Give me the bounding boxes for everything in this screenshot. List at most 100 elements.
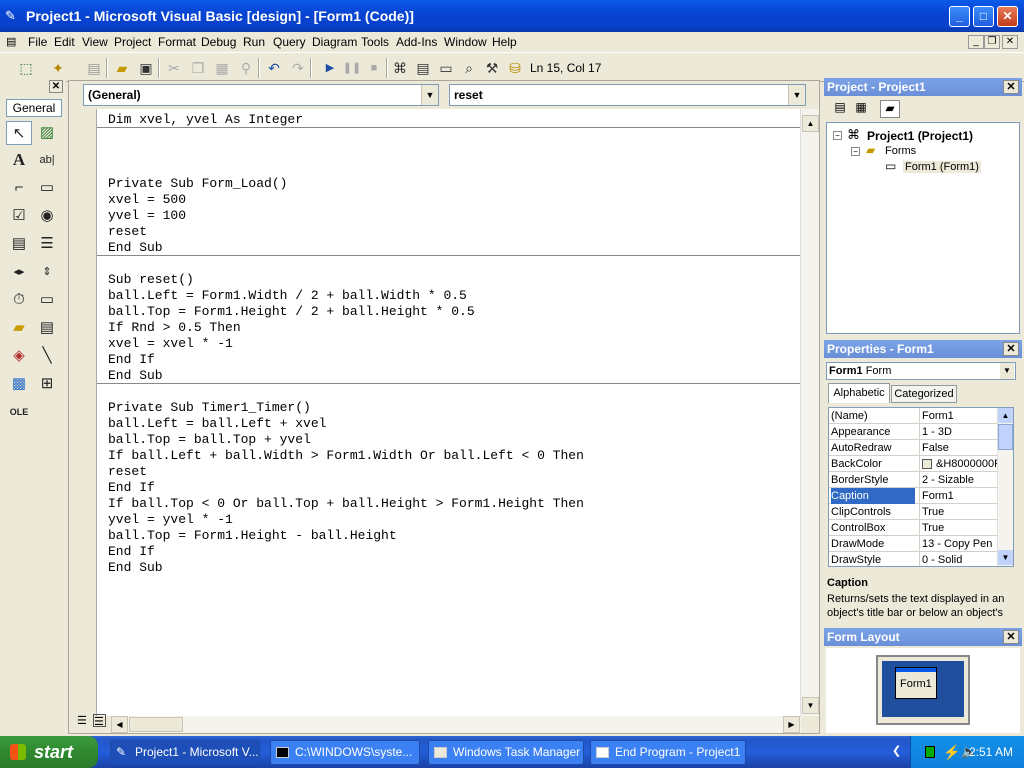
view-code-icon[interactable]: ▤ [830, 100, 850, 118]
menu-window[interactable]: Window [444, 35, 487, 49]
tree-item-forms[interactable]: Forms [885, 145, 916, 157]
menu-project[interactable]: Project [114, 35, 151, 49]
add-project-icon[interactable]: ⬚ [16, 58, 36, 78]
commandbutton-tool-icon[interactable]: ▭ [34, 176, 60, 200]
menu-view[interactable]: View [82, 35, 108, 49]
mdi-restore-button[interactable]: ❐ [984, 35, 1000, 49]
menu-file[interactable]: File [28, 35, 47, 49]
vertical-scrollbar[interactable]: ▲ ▼ [800, 109, 819, 716]
ole-tool-icon[interactable]: OLE [6, 400, 32, 424]
tray-expand-icon[interactable]: ❮ [892, 744, 901, 757]
picturebox-tool-icon[interactable]: ▨ [34, 121, 60, 145]
object-selector-dropdown[interactable]: Form1 Form ▼ [826, 362, 1016, 380]
tree-item-form1[interactable]: Form1 (Form1) [903, 161, 981, 173]
property-row[interactable]: DrawStyle 0 - Solid [829, 552, 997, 566]
taskbar-item-end-program[interactable]: End Program - Project1 [590, 740, 746, 765]
property-row[interactable]: BackColor &H8000000F [829, 456, 997, 472]
mdi-close-button[interactable]: ✕ [1002, 35, 1018, 49]
textbox-tool-icon[interactable]: ab| [34, 148, 60, 172]
find-icon[interactable]: ⚲ [236, 58, 256, 78]
project-panel-close-button[interactable]: ✕ [1003, 80, 1019, 94]
scroll-up-icon[interactable]: ▲ [802, 115, 819, 132]
menu-run[interactable]: Run [243, 35, 265, 49]
label-tool-icon[interactable]: A [6, 148, 32, 172]
procedure-view-icon[interactable]: ☰ [77, 714, 90, 727]
menu-query[interactable]: Query [273, 35, 306, 49]
image-tool-icon[interactable]: ▩ [6, 372, 32, 396]
taskbar-item-vb[interactable]: ✎ Project1 - Microsoft V... [110, 740, 260, 765]
object-browser-icon[interactable]: ⌕ [459, 58, 479, 78]
vscrollbar-tool-icon[interactable]: ⇕ [34, 260, 60, 284]
save-project-icon[interactable]: ▣ [136, 58, 156, 78]
frame-tool-icon[interactable]: ⌐ [6, 176, 32, 200]
filelistbox-tool-icon[interactable]: ▤ [34, 316, 60, 340]
dirlistbox-tool-icon[interactable]: ▰ [6, 316, 32, 340]
full-module-view-icon[interactable]: ☰ [93, 714, 106, 728]
paste-icon[interactable]: ▦ [212, 58, 232, 78]
tree-item-project[interactable]: Project1 (Project1) [867, 129, 973, 143]
scroll-left-icon[interactable]: ◀ [111, 716, 128, 733]
checkbox-tool-icon[interactable]: ☑ [6, 204, 32, 228]
vb-app-icon[interactable]: ✎ [5, 8, 21, 24]
menu-help[interactable]: Help [492, 35, 517, 49]
taskbar-item-task-manager[interactable]: Windows Task Manager [428, 740, 584, 765]
form-layout-icon[interactable]: ▭ [436, 58, 456, 78]
toolbox-close-button[interactable]: ✕ [49, 80, 63, 93]
property-row[interactable]: AutoRedraw False [829, 440, 997, 456]
start-icon[interactable]: ▶ [320, 58, 340, 78]
property-row-selected[interactable]: Caption Form1 [829, 488, 997, 504]
open-project-icon[interactable]: ▰ [112, 58, 132, 78]
data-view-icon[interactable]: ⛁ [505, 58, 525, 78]
code-window-icon[interactable]: ▤ [6, 35, 16, 48]
properties-panel-close-button[interactable]: ✕ [1003, 342, 1019, 356]
start-button[interactable]: start [0, 736, 98, 768]
pointer-tool-icon[interactable]: ↖ [6, 121, 32, 145]
cpu-meter-icon[interactable] [925, 746, 935, 758]
procedure-dropdown[interactable]: reset ▼ [449, 84, 806, 106]
toolbox-tab-general[interactable]: General [6, 99, 62, 117]
break-icon[interactable]: ❚❚ [342, 58, 362, 78]
redo-icon[interactable]: ↷ [288, 58, 308, 78]
scroll-right-icon[interactable]: ▶ [783, 716, 800, 733]
tab-alphabetic[interactable]: Alphabetic [828, 383, 890, 403]
menu-format[interactable]: Format [158, 35, 196, 49]
property-grid-scrollbar[interactable]: ▲ ▼ [997, 408, 1013, 566]
scroll-down-icon[interactable]: ▼ [802, 697, 819, 714]
hscrollbar-tool-icon[interactable]: ◂▸ [6, 260, 32, 284]
undo-icon[interactable]: ↶ [264, 58, 284, 78]
horizontal-scrollbar[interactable]: ◀ ▶ [111, 716, 801, 733]
property-row[interactable]: ControlBox True [829, 520, 997, 536]
minimize-button[interactable]: _ [949, 6, 970, 27]
menu-editor-icon[interactable]: ▤ [84, 58, 104, 78]
copy-icon[interactable]: ❐ [188, 58, 208, 78]
scroll-down-icon[interactable]: ▼ [998, 550, 1013, 565]
chevron-down-icon[interactable]: ▼ [421, 85, 438, 105]
mdi-minimize-button[interactable]: _ [968, 35, 984, 49]
close-button[interactable]: ✕ [997, 6, 1018, 27]
menu-diagram[interactable]: Diagram [312, 35, 357, 49]
scroll-thumb[interactable] [129, 717, 183, 732]
line-tool-icon[interactable]: ╲ [34, 344, 60, 368]
drivelistbox-tool-icon[interactable]: ▭ [34, 288, 60, 312]
tree-collapse-icon[interactable]: − [851, 147, 860, 156]
properties-window-icon[interactable]: ▤ [413, 58, 433, 78]
combobox-tool-icon[interactable]: ▤ [6, 232, 32, 256]
form-layout-close-button[interactable]: ✕ [1003, 630, 1019, 644]
data-tool-icon[interactable]: ⊞ [34, 372, 60, 396]
form1-position-preview[interactable]: Form1 [895, 667, 937, 699]
shape-tool-icon[interactable]: ◈ [6, 344, 32, 368]
tree-collapse-icon[interactable]: − [833, 131, 842, 140]
project-explorer-icon[interactable]: ⌘ [390, 58, 410, 78]
network-icon[interactable]: ⚡ [943, 736, 960, 768]
menu-edit[interactable]: Edit [54, 35, 75, 49]
timer-tool-icon[interactable]: ⏱ [6, 288, 32, 312]
clock[interactable]: 2:51 AM [969, 736, 1013, 768]
scroll-thumb[interactable] [998, 424, 1013, 450]
toggle-folders-icon[interactable]: ▰ [880, 100, 900, 118]
chevron-down-icon[interactable]: ▼ [788, 85, 805, 105]
property-row[interactable]: Appearance 1 - 3D [829, 424, 997, 440]
chevron-down-icon[interactable]: ▼ [1000, 363, 1014, 379]
optionbutton-tool-icon[interactable]: ◉ [34, 204, 60, 228]
menu-add-ins[interactable]: Add-Ins [396, 35, 437, 49]
listbox-tool-icon[interactable]: ☰ [34, 232, 60, 256]
